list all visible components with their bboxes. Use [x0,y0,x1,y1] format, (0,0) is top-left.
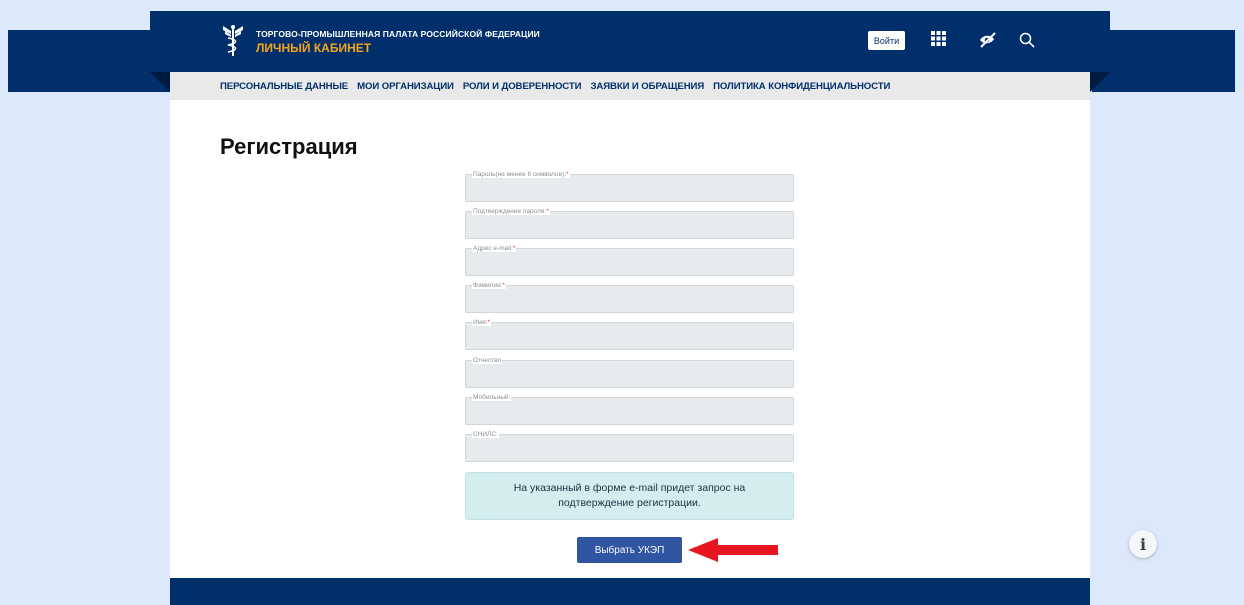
nav-items: ПЕРСОНАЛЬНЫЕ ДАННЫЕ МОИ ОРГАНИЗАЦИИ РОЛИ И… [220,72,899,100]
required-marker: * [565,171,569,178]
info-icon[interactable]: i [1129,530,1157,558]
field-label: Имя:* [472,319,491,326]
field-input[interactable] [466,249,793,275]
field-label-text: Пароль(не менее 6 символов): [473,171,566,178]
nav-item[interactable]: ПЕРСОНАЛЬНЫЕ ДАННЫЕ [220,81,348,92]
main-page: ПЕРСОНАЛЬНЫЕ ДАННЫЕ МОИ ОРГАНИЗАЦИИ РОЛИ И… [170,72,1090,605]
field-input[interactable] [466,398,793,424]
nav-item[interactable]: РОЛИ И ДОВЕРЕННОСТИ [463,81,582,92]
required-marker: * [546,208,549,215]
field-label-text: Подтверждение пароля: [473,208,547,215]
field-label: Пароль(не менее 6 символов):* [472,171,570,178]
apps-grid-icon[interactable] [931,31,946,46]
header-band-left [8,30,170,92]
ribbon-fold-right [1090,72,1110,92]
field-label-text: Фамилия: [473,282,503,289]
nav-item[interactable]: МОИ ОРГАНИЗАЦИИ [357,81,454,92]
form-field: Пароль(не менее 6 символов):* [465,171,794,202]
cabinet-label[interactable]: ЛИЧНЫЙ КАБИНЕТ [256,41,371,55]
field-input[interactable] [466,435,793,461]
field-label-text: Отчество [473,357,502,364]
required-marker: * [502,282,505,289]
field-input[interactable] [466,175,793,201]
field-label-text: Имя: [473,319,488,326]
login-button[interactable]: Войти [868,31,905,50]
search-icon[interactable] [1019,32,1035,48]
nav-item[interactable]: ЗАЯВКИ И ОБРАЩЕНИЯ [590,81,704,92]
form-field: Адрес e-mail:* [465,245,794,276]
required-marker: * [487,319,490,326]
field-label: Мобильный: [472,394,512,401]
form-field: Фамилия:* [465,282,794,313]
field-input[interactable] [466,361,793,387]
page-title: Регистрация [220,134,358,159]
header-band-right [1092,30,1235,92]
page-footer [170,578,1090,605]
visually-impaired-eye-icon[interactable] [979,32,997,48]
site-header: ТОРГОВО-ПРОМЫШЛЕННАЯ ПАЛАТА РОССИЙСКОЙ Ф… [150,11,1110,72]
form-field: Имя:* [465,319,794,350]
org-name: ТОРГОВО-ПРОМЫШЛЕННАЯ ПАЛАТА РОССИЙСКОЙ Ф… [256,29,540,39]
caduceus-logo-icon[interactable] [222,24,244,58]
field-label: Подтверждение пароля:* [472,208,550,215]
field-label: Адрес e-mail:* [472,245,517,252]
red-arrow-annotation [688,538,778,562]
form-field: СНИЛС: [465,431,794,462]
field-label-text: Мобильный: [473,394,511,401]
nav-item[interactable]: ПОЛИТИКА КОНФИДЕНЦИАЛЬНОСТИ [713,81,890,92]
field-input[interactable] [466,286,793,312]
field-label: Фамилия:* [472,282,506,289]
info-notice: На указанный в форме e-mail придет запро… [465,472,794,520]
form-field: Подтверждение пароля:* [465,208,794,239]
required-marker: * [512,245,516,252]
ribbon-fold-left [150,72,170,92]
field-label: Отчество [472,357,503,364]
notice-text: На указанный в форме e-mail придет запро… [513,482,746,509]
form-field: Мобильный: [465,394,794,425]
select-ukep-button[interactable]: Выбрать УКЭП [577,537,682,563]
field-input[interactable] [466,212,793,238]
field-input[interactable] [466,323,793,349]
field-label-text: Адрес e-mail: [473,245,513,252]
field-label-text: СНИЛС: [473,431,498,438]
field-label: СНИЛС: [472,431,499,438]
main-nav: ПЕРСОНАЛЬНЫЕ ДАННЫЕ МОИ ОРГАНИЗАЦИИ РОЛИ И… [170,72,1090,100]
form-field: Отчество [465,357,794,388]
